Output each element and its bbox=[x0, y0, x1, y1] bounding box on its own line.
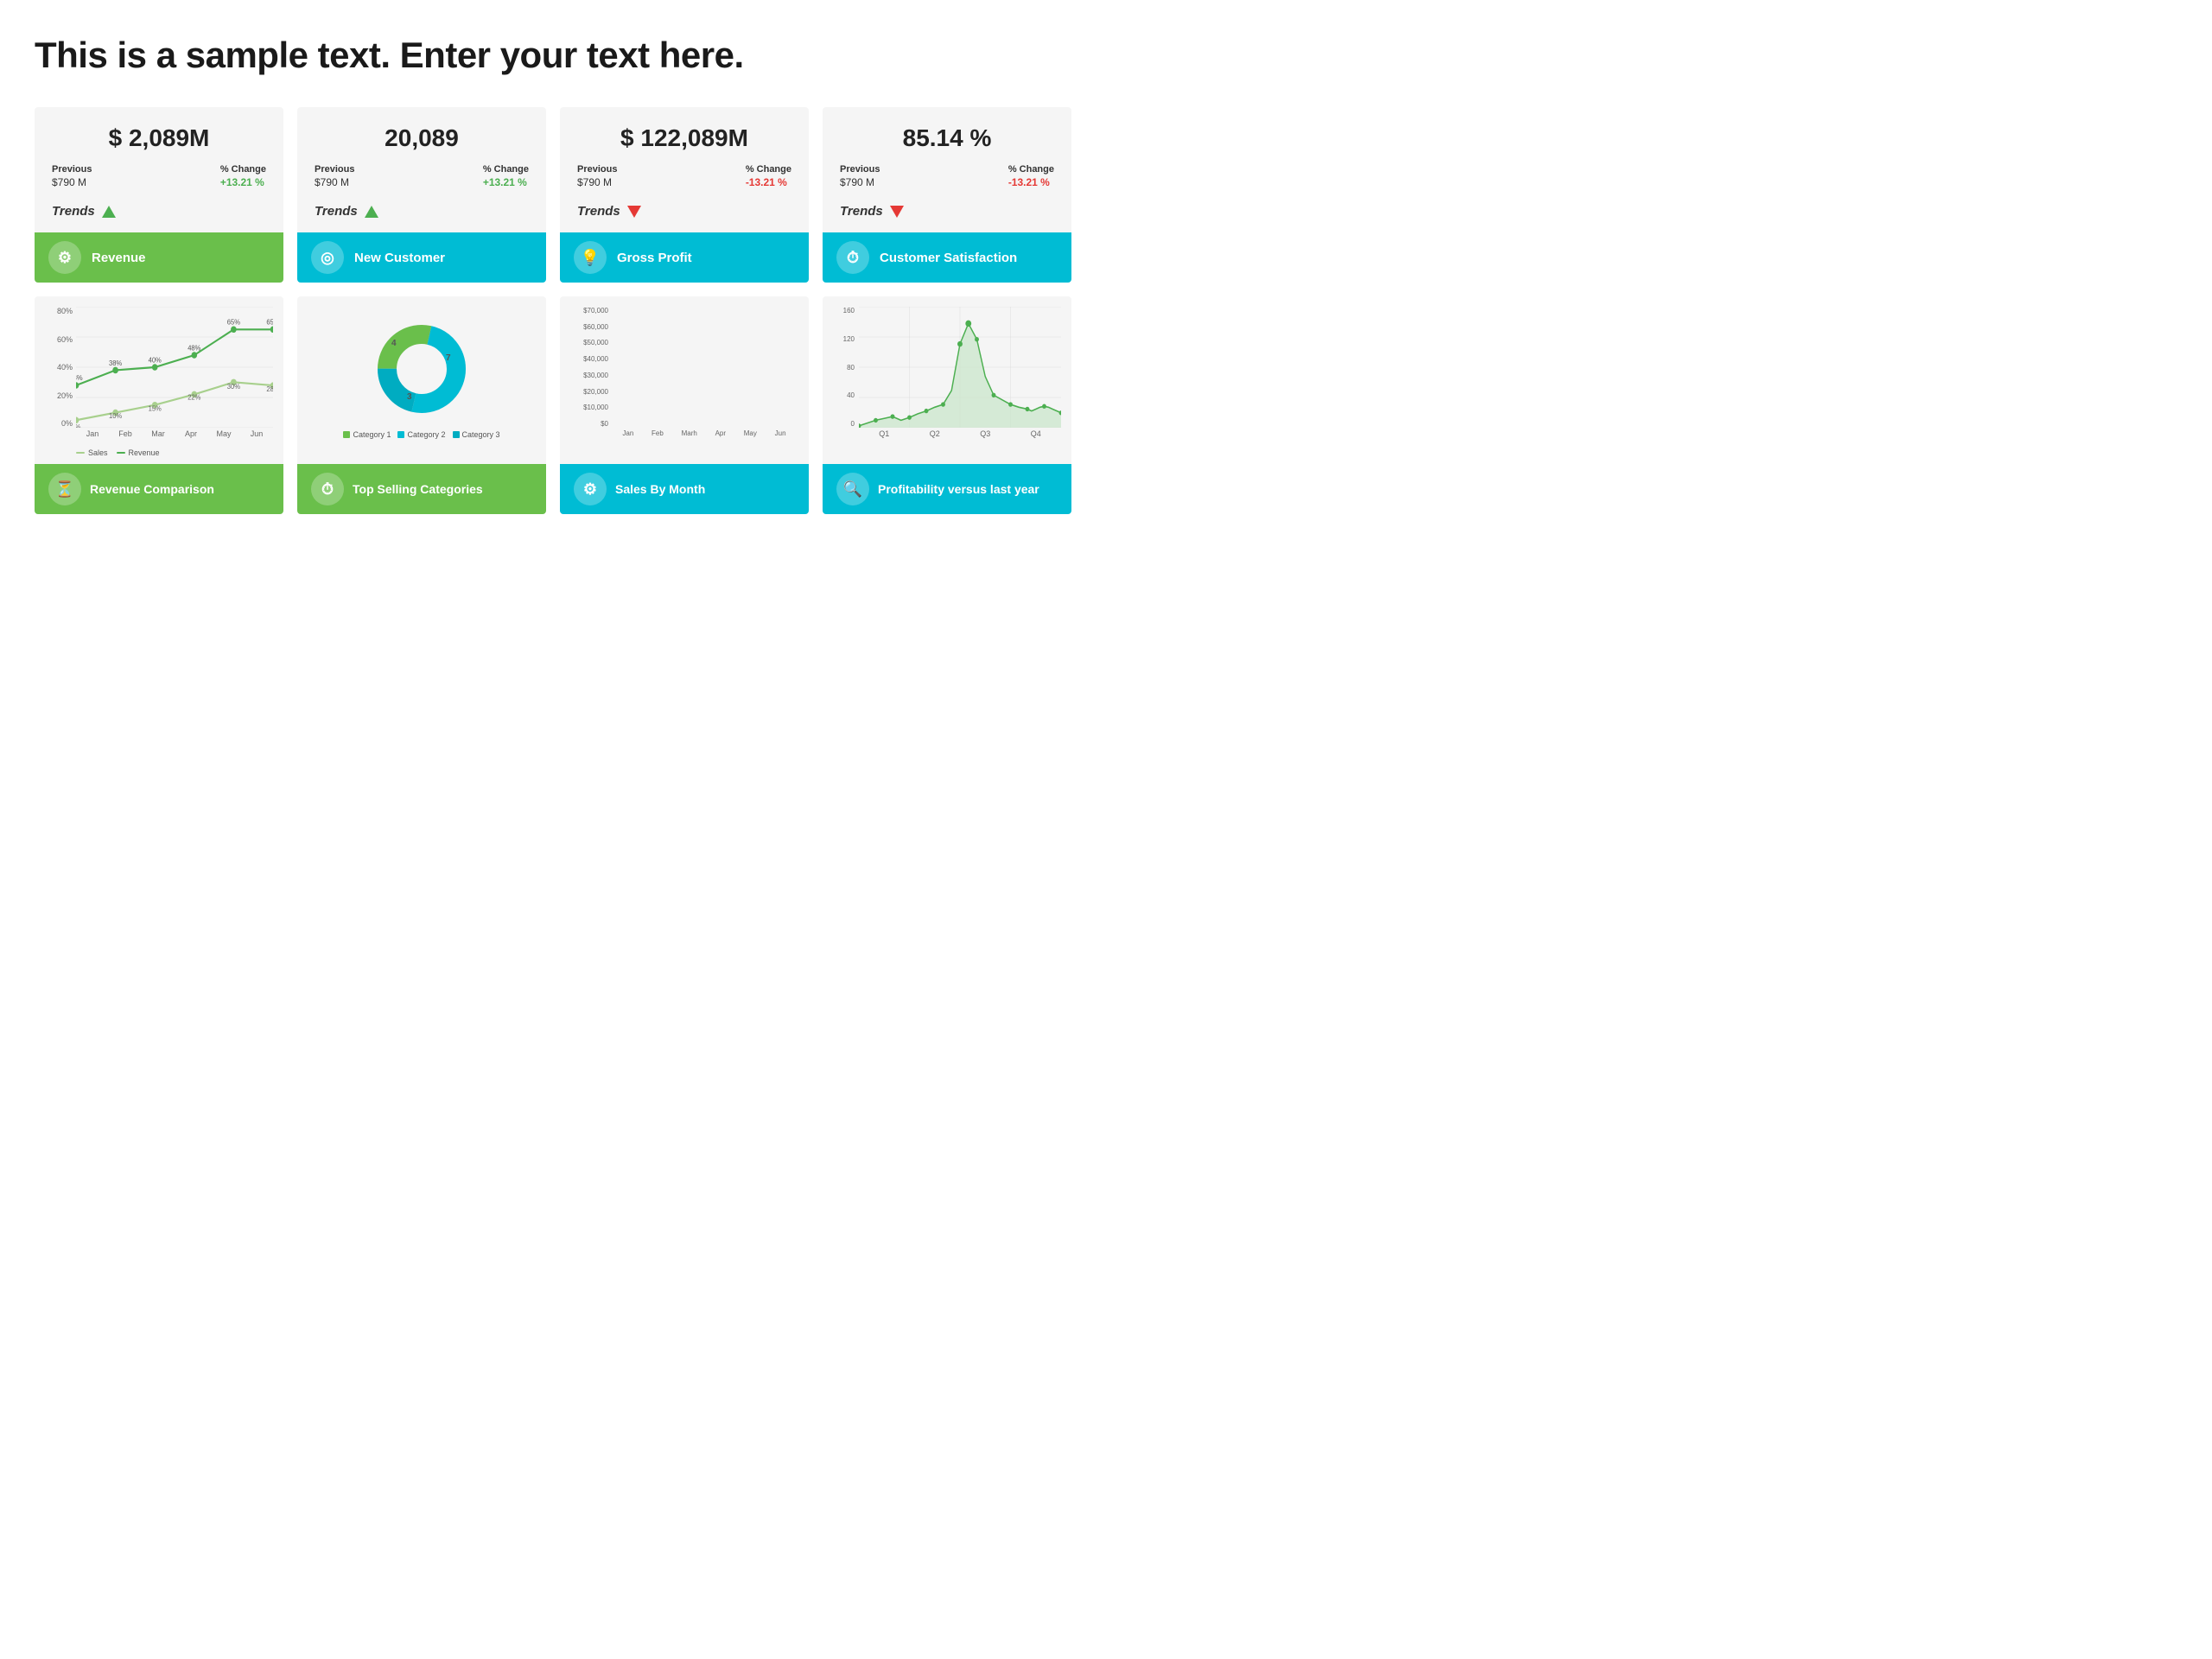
kpi-card-gross-profit: $ 122,089M Previous $790 M % Change -13.… bbox=[560, 107, 809, 283]
svg-text:15%: 15% bbox=[149, 404, 162, 413]
chart-footer-profitability: 🔍 Profitability versus last year bbox=[823, 464, 1071, 514]
revenue-icon: ⚙ bbox=[48, 241, 81, 274]
chart-body-sales-by-month: $70,000 $60,000 $50,000 $40,000 $30,000 … bbox=[560, 296, 809, 464]
svg-text:10%: 10% bbox=[109, 412, 122, 421]
kpi-stats-revenue: Previous $790 M % Change +13.21 % bbox=[52, 164, 266, 188]
gross-profit-icon: 💡 bbox=[574, 241, 607, 274]
trend-down-icon-customer-satisfaction bbox=[890, 206, 904, 218]
sales-by-month-icon: ⚙ bbox=[574, 473, 607, 505]
donut-legend-cat3: Category 3 bbox=[453, 430, 500, 439]
legend-cat3-color bbox=[453, 431, 460, 438]
chart-card-revenue-comparison: 80% 60% 40% 20% 0% bbox=[35, 296, 283, 514]
svg-text:5%: 5% bbox=[76, 423, 80, 428]
profitability-icon: 🔍 bbox=[836, 473, 869, 505]
chart-footer-revenue-comparison: ⏳ Revenue Comparison bbox=[35, 464, 283, 514]
line-chart-revenue-comparison: 80% 60% 40% 20% 0% bbox=[45, 307, 273, 445]
svg-text:30%: 30% bbox=[227, 382, 240, 391]
kpi-footer-new-customer: ◎ New Customer bbox=[297, 232, 546, 283]
svg-text:28%: 28% bbox=[76, 374, 83, 383]
bar-chart-yaxis: $70,000 $60,000 $50,000 $40,000 $30,000 … bbox=[570, 307, 612, 428]
line-chart-legend: Sales Revenue bbox=[76, 448, 273, 457]
kpi-footer-gross-profit: 💡 Gross Profit bbox=[560, 232, 809, 283]
svg-text:4: 4 bbox=[391, 339, 397, 348]
donut-svg: 4 7 3 bbox=[365, 313, 478, 425]
chart-body-revenue-comparison: 80% 60% 40% 20% 0% bbox=[35, 296, 283, 464]
dashboard-grid: $ 2,089M Previous $790 M % Change +13.21… bbox=[35, 107, 1071, 514]
legend-revenue: Revenue bbox=[117, 448, 160, 457]
kpi-value-new-customer: 20,089 bbox=[315, 124, 529, 152]
donut-legend: Category 1 Category 2 Category 3 bbox=[343, 430, 499, 439]
svg-text:22%: 22% bbox=[188, 393, 200, 402]
chart-body-profitability: 160 120 80 40 0 bbox=[823, 296, 1071, 464]
trend-down-icon-gross-profit bbox=[627, 206, 641, 218]
kpi-card-new-customer: 20,089 Previous $790 M % Change +13.21 %… bbox=[297, 107, 546, 283]
trend-up-icon-revenue bbox=[102, 206, 116, 218]
kpi-change-gross-profit: % Change -13.21 % bbox=[746, 164, 791, 188]
svg-text:3: 3 bbox=[407, 392, 412, 402]
line-chart-yaxis: 80% 60% 40% 20% 0% bbox=[45, 307, 76, 428]
kpi-card-body-customer-satisfaction: 85.14 % Previous $790 M % Change -13.21 … bbox=[823, 107, 1071, 232]
page-title: This is a sample text. Enter your text h… bbox=[35, 35, 1071, 76]
line-chart-xaxis: Jan Feb Mar Apr May Jun bbox=[76, 429, 273, 445]
area-chart-xaxis: Q1 Q2 Q3 Q4 bbox=[859, 429, 1061, 445]
chart-body-top-selling: 4 7 3 Category 1 Category 2 Cate bbox=[297, 296, 546, 464]
top-selling-icon: ⏱ bbox=[311, 473, 344, 505]
kpi-card-body-revenue: $ 2,089M Previous $790 M % Change +13.21… bbox=[35, 107, 283, 232]
kpi-trends-gross-profit: Trends bbox=[577, 200, 791, 220]
bar-chart-plot bbox=[613, 307, 795, 428]
bar-chart-sales: $70,000 $60,000 $50,000 $40,000 $30,000 … bbox=[570, 307, 798, 445]
chart-card-sales-by-month: $70,000 $60,000 $50,000 $40,000 $30,000 … bbox=[560, 296, 809, 514]
legend-sales-color bbox=[76, 452, 85, 454]
area-chart-profitability: 160 120 80 40 0 bbox=[833, 307, 1061, 445]
svg-text:48%: 48% bbox=[188, 344, 200, 353]
legend-cat1-color bbox=[343, 431, 350, 438]
customer-satisfaction-icon: ⏱ bbox=[836, 241, 869, 274]
area-chart-plot bbox=[859, 307, 1061, 428]
kpi-footer-customer-satisfaction: ⏱ Customer Satisfaction bbox=[823, 232, 1071, 283]
svg-text:28%: 28% bbox=[266, 385, 273, 394]
kpi-previous-revenue: Previous $790 M bbox=[52, 164, 92, 188]
kpi-previous-new-customer: Previous $790 M bbox=[315, 164, 354, 188]
kpi-card-customer-satisfaction: 85.14 % Previous $790 M % Change -13.21 … bbox=[823, 107, 1071, 283]
donut-legend-cat2: Category 2 bbox=[397, 430, 445, 439]
kpi-previous-gross-profit: Previous $790 M bbox=[577, 164, 617, 188]
kpi-card-body-new-customer: 20,089 Previous $790 M % Change +13.21 %… bbox=[297, 107, 546, 232]
legend-sales: Sales bbox=[76, 448, 108, 457]
kpi-value-revenue: $ 2,089M bbox=[52, 124, 266, 152]
kpi-change-customer-satisfaction: % Change -13.21 % bbox=[1008, 164, 1054, 188]
chart-card-top-selling: 4 7 3 Category 1 Category 2 Cate bbox=[297, 296, 546, 514]
kpi-footer-revenue: ⚙ Revenue bbox=[35, 232, 283, 283]
kpi-trends-new-customer: Trends bbox=[315, 200, 529, 220]
svg-text:65%: 65% bbox=[266, 318, 273, 327]
svg-text:7: 7 bbox=[446, 353, 451, 363]
kpi-previous-customer-satisfaction: Previous $790 M bbox=[840, 164, 880, 188]
kpi-value-customer-satisfaction: 85.14 % bbox=[840, 124, 1054, 152]
new-customer-icon: ◎ bbox=[311, 241, 344, 274]
kpi-change-revenue: % Change +13.21 % bbox=[220, 164, 266, 188]
line-chart-plot: 28% 38% 40% 48% 65% 65% 5% 10% 15% 22% 3… bbox=[76, 307, 273, 428]
kpi-card-revenue: $ 2,089M Previous $790 M % Change +13.21… bbox=[35, 107, 283, 283]
kpi-stats-gross-profit: Previous $790 M % Change -13.21 % bbox=[577, 164, 791, 188]
svg-text:38%: 38% bbox=[109, 359, 122, 367]
chart-card-profitability: 160 120 80 40 0 bbox=[823, 296, 1071, 514]
kpi-stats-customer-satisfaction: Previous $790 M % Change -13.21 % bbox=[840, 164, 1054, 188]
donut-chart-wrap: 4 7 3 Category 1 Category 2 Cate bbox=[308, 307, 536, 445]
svg-text:40%: 40% bbox=[149, 356, 162, 365]
trend-up-icon-new-customer bbox=[365, 206, 378, 218]
legend-revenue-color bbox=[117, 452, 125, 454]
kpi-trends-revenue: Trends bbox=[52, 200, 266, 220]
donut-legend-cat1: Category 1 bbox=[343, 430, 391, 439]
kpi-value-gross-profit: $ 122,089M bbox=[577, 124, 791, 152]
kpi-stats-new-customer: Previous $790 M % Change +13.21 % bbox=[315, 164, 529, 188]
kpi-change-new-customer: % Change +13.21 % bbox=[483, 164, 529, 188]
chart-footer-top-selling: ⏱ Top Selling Categories bbox=[297, 464, 546, 514]
kpi-trends-customer-satisfaction: Trends bbox=[840, 200, 1054, 220]
kpi-card-body-gross-profit: $ 122,089M Previous $790 M % Change -13.… bbox=[560, 107, 809, 232]
chart-footer-sales-by-month: ⚙ Sales By Month bbox=[560, 464, 809, 514]
legend-cat2-color bbox=[397, 431, 404, 438]
revenue-comparison-icon: ⏳ bbox=[48, 473, 81, 505]
area-chart-yaxis: 160 120 80 40 0 bbox=[833, 307, 857, 428]
svg-text:65%: 65% bbox=[227, 318, 240, 327]
bar-chart-xaxis: Jan Feb Marh Apr May Jun bbox=[613, 429, 795, 445]
